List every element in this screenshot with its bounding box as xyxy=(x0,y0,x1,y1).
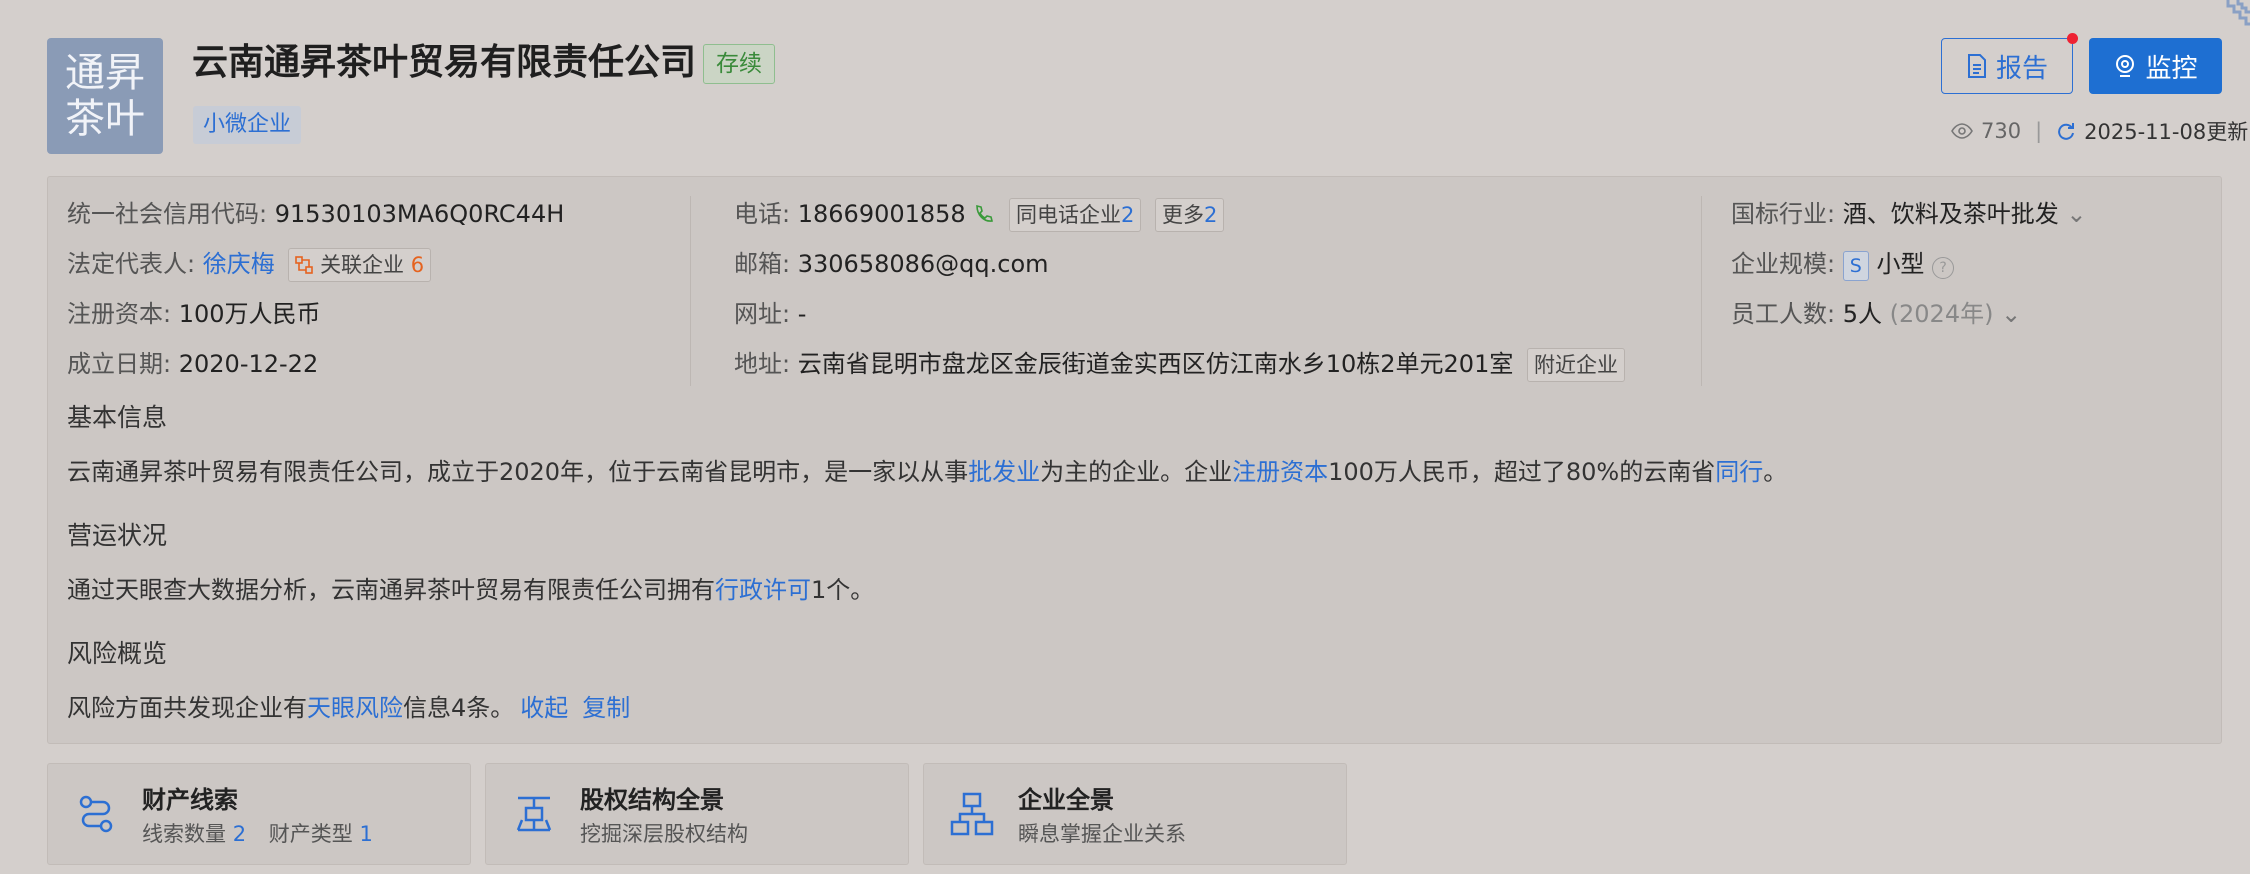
scale-badge: S xyxy=(1842,251,1869,281)
staff-row: 员工人数: 5人 (2024年) ⌄ xyxy=(1731,300,2022,328)
more-phones-chip[interactable]: 更多2 xyxy=(1155,198,1225,232)
card-subtitle: 线索数量 2 财产类型 1 xyxy=(142,822,373,846)
logo-line-1: 通昇 xyxy=(65,50,145,96)
meta-separator: | xyxy=(2035,119,2043,143)
card-equity[interactable]: 股权结构全景 挖掘深层股权结构 xyxy=(485,763,909,865)
corner-pattern-icon xyxy=(2226,0,2250,26)
founded-row: 成立日期: 2020-12-22 xyxy=(67,350,319,378)
company-name: 云南通昇茶叶贸易有限责任公司 xyxy=(192,42,697,83)
relation-icon xyxy=(295,256,314,274)
basic-info-title: 基本信息 xyxy=(67,403,168,432)
view-count: 730 xyxy=(1981,119,2022,143)
card-subtitle: 瞬息掌握企业关系 xyxy=(1018,822,1186,846)
help-icon[interactable]: ? xyxy=(1932,257,1955,279)
column-divider xyxy=(1701,196,1702,386)
nearby-companies-chip[interactable]: 附近企业 xyxy=(1527,348,1625,382)
basic-info-text: 云南通昇茶叶贸易有限责任公司，成立于2020年，位于云南省昆明市，是一家以从事批… xyxy=(67,458,1788,486)
staff-year: (2024年) xyxy=(1889,300,1994,328)
document-icon xyxy=(1967,54,1986,78)
license-link[interactable]: 行政许可 xyxy=(715,576,811,604)
monitor-button[interactable]: 监控 xyxy=(2089,38,2222,94)
address-row: 地址: 云南省昆明市盘龙区金辰街道金实西区仿江南水乡10栋2单元201室 附近企… xyxy=(734,346,1625,382)
related-companies-chip[interactable]: 关联企业 6 xyxy=(288,248,432,282)
website-row: 网址: - xyxy=(734,300,807,328)
equity-structure-icon xyxy=(516,796,552,832)
legal-rep-link[interactable]: 徐庆梅 xyxy=(203,250,275,278)
industry-link[interactable]: 批发业 xyxy=(968,458,1040,486)
update-date: 2025-11-08更新 xyxy=(2084,120,2249,144)
org-chart-icon xyxy=(950,792,994,836)
card-assets[interactable]: 财产线索 线索数量 2 财产类型 1 xyxy=(47,763,471,865)
capital-link[interactable]: 注册资本 xyxy=(1232,458,1328,486)
collapse-link[interactable]: 收起 xyxy=(520,694,568,722)
chevron-down-icon[interactable]: ⌄ xyxy=(2066,200,2086,228)
staff-value: 5人 xyxy=(1842,300,1883,328)
credit-code-row: 统一社会信用代码: 91530103MA6Q0RC44H xyxy=(67,200,565,228)
risk-link[interactable]: 天眼风险 xyxy=(307,694,403,722)
logo-line-2: 茶叶 xyxy=(65,96,145,142)
monitor-icon xyxy=(2116,55,2135,77)
chevron-down-icon[interactable]: ⌄ xyxy=(2001,300,2021,328)
credit-code: 91530103MA6Q0RC44H xyxy=(274,200,565,228)
notification-dot xyxy=(2067,33,2078,44)
company-tag[interactable]: 小微企业 xyxy=(193,106,302,144)
scale-row: 企业规模: S 小型 ? xyxy=(1731,246,1955,282)
phone-icon[interactable] xyxy=(973,203,995,225)
page-meta: 730 | 2025-11-08更新 xyxy=(1951,116,2248,146)
monitor-label: 监控 xyxy=(2145,53,2198,84)
operations-title: 营运状况 xyxy=(67,521,168,550)
card-title: 股权结构全景 xyxy=(580,786,724,814)
legal-rep-row: 法定代表人: 徐庆梅 关联企业 6 xyxy=(67,246,432,282)
column-divider xyxy=(690,196,691,386)
refresh-icon xyxy=(2058,123,2075,140)
status-badge: 存续 xyxy=(703,44,775,84)
capital-value: 100万人民币 xyxy=(178,300,321,328)
risk-text: 风险方面共发现企业有天眼风险信息4条。 收起 复制 xyxy=(67,694,631,722)
report-label: 报告 xyxy=(1995,53,2048,84)
copy-link[interactable]: 复制 xyxy=(582,694,630,722)
company-logo: 通昇 茶叶 xyxy=(47,38,163,154)
card-title: 企业全景 xyxy=(1018,786,1114,814)
address-value: 云南省昆明市盘龙区金辰街道金实西区仿江南水乡10栋2单元201室 xyxy=(797,350,1514,378)
email-value: 330658086@qq.com xyxy=(797,250,1049,278)
same-phone-chip[interactable]: 同电话企业2 xyxy=(1008,198,1142,232)
operations-text: 通过天眼查大数据分析，云南通昇茶叶贸易有限责任公司拥有行政许可1个。 xyxy=(67,576,875,604)
risk-title: 风险概览 xyxy=(67,639,168,668)
asset-clue-icon xyxy=(79,795,113,833)
scale-value: 小型 xyxy=(1876,250,1925,278)
card-subtitle: 挖掘深层股权结构 xyxy=(580,822,748,846)
industry-row: 国标行业: 酒、饮料及茶叶批发 ⌄ xyxy=(1731,200,2087,228)
eye-icon xyxy=(1951,123,1973,139)
website-value: - xyxy=(797,300,807,328)
card-title: 财产线索 xyxy=(142,786,238,814)
peers-link[interactable]: 同行 xyxy=(1715,458,1763,486)
phone-row: 电话: 18669001858 同电话企业2 更多2 xyxy=(734,196,1225,232)
email-row: 邮箱: 330658086@qq.com xyxy=(734,250,1049,278)
report-button[interactable]: 报告 xyxy=(1941,38,2073,94)
capital-row: 注册资本: 100万人民币 xyxy=(67,300,321,328)
card-panorama[interactable]: 企业全景 瞬息掌握企业关系 xyxy=(923,763,1347,865)
industry-value: 酒、饮料及茶叶批发 xyxy=(1842,200,2059,228)
founded-date: 2020-12-22 xyxy=(178,350,319,378)
phone-number: 18669001858 xyxy=(797,200,966,228)
